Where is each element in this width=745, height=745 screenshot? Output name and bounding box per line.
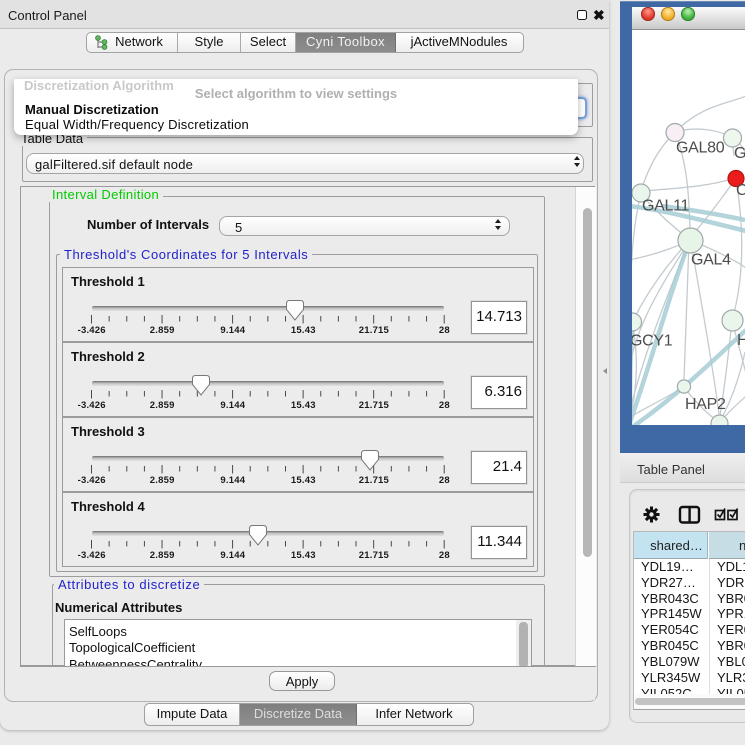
svg-text:GAL11: GAL11: [642, 198, 690, 215]
svg-text:H: H: [737, 332, 745, 349]
svg-text:GAL80: GAL80: [676, 140, 725, 157]
svg-text:GAL4: GAL4: [691, 252, 731, 269]
svg-text:GCY1: GCY1: [632, 333, 673, 350]
svg-text:HAP2: HAP2: [685, 396, 726, 413]
svg-text:C: C: [736, 182, 745, 199]
svg-text:GA: GA: [734, 145, 745, 162]
